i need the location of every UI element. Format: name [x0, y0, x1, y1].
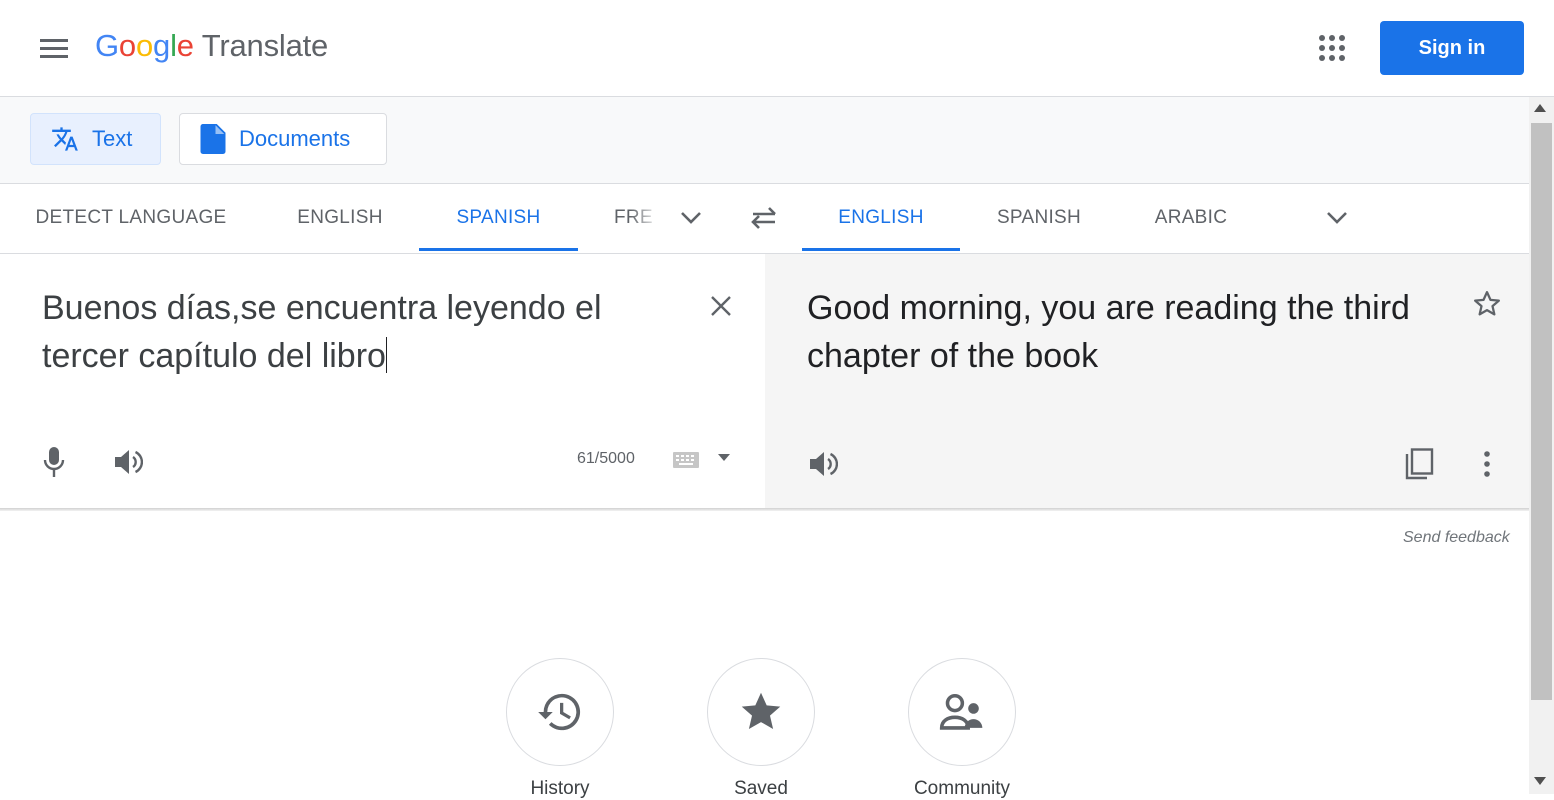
history-icon [538, 693, 581, 731]
source-lang-spanish[interactable]: SPANISH [419, 184, 578, 251]
scroll-down-arrow-icon[interactable] [1534, 777, 1546, 785]
sign-in-button[interactable]: Sign in [1380, 21, 1524, 75]
community-icon [939, 693, 983, 730]
community-label: Community [913, 778, 1011, 799]
input-tools-button[interactable] [662, 436, 710, 484]
listen-source-button[interactable] [104, 438, 152, 486]
history-action: History [506, 658, 614, 800]
input-tools-menu-button[interactable] [710, 434, 738, 482]
chevron-down-icon [681, 212, 701, 224]
chevron-down-icon [1327, 212, 1347, 224]
apps-grid-icon [1319, 35, 1345, 61]
caret-down-icon [718, 454, 730, 461]
documents-mode-button[interactable]: Documents [179, 113, 387, 165]
more-options-button[interactable] [1463, 440, 1511, 488]
copy-translation-button[interactable] [1395, 440, 1443, 488]
hamburger-menu-icon [40, 39, 68, 58]
keyboard-icon [673, 452, 699, 468]
source-lang-detect[interactable]: DETECT LANGUAGE [22, 184, 240, 251]
save-translation-button[interactable] [1463, 280, 1511, 328]
clear-source-button[interactable] [697, 282, 745, 330]
scroll-up-arrow-icon[interactable] [1534, 104, 1546, 112]
more-vert-icon [1484, 451, 1490, 477]
language-overflow-fade [630, 184, 660, 251]
google-apps-button[interactable] [1308, 24, 1356, 72]
product-name: Translate [201, 28, 329, 63]
scrollbar-thumb[interactable] [1531, 123, 1552, 700]
saved-action: Saved [707, 658, 815, 800]
app-header: Google Translate Sign in [0, 0, 1554, 97]
history-label: History [530, 778, 590, 799]
speaker-icon [115, 450, 143, 474]
target-panel: Good morning, you are reading the third … [765, 254, 1529, 508]
star-outline-icon [1474, 291, 1500, 316]
text-mode-label: Text [92, 126, 133, 151]
text-caret [385, 337, 387, 373]
source-panel: Buenos días,se encuentra leyendo el terc… [0, 254, 765, 508]
microphone-icon [43, 447, 65, 477]
listen-translation-button[interactable] [799, 440, 847, 488]
target-lang-spanish[interactable]: SPANISH [974, 184, 1104, 251]
close-icon [711, 296, 731, 316]
source-text-value: Buenos días,se encuentra leyendo el terc… [42, 289, 602, 375]
voice-input-button[interactable] [30, 438, 78, 486]
source-text-input[interactable]: Buenos días,se encuentra leyendo el terc… [42, 284, 682, 380]
star-icon [741, 692, 781, 730]
swap-languages-button[interactable] [740, 194, 788, 242]
translate-icon [52, 127, 78, 151]
source-lang-english[interactable]: ENGLISH [275, 184, 405, 251]
translation-output: Good morning, you are reading the third … [807, 289, 1410, 375]
community-action: Community [908, 658, 1016, 800]
document-icon [200, 124, 226, 154]
panel-divider-shadow [0, 508, 1529, 511]
saved-label: Saved [734, 778, 788, 799]
character-count: 61/5000 [577, 450, 635, 467]
documents-mode-label: Documents [239, 126, 351, 151]
speaker-icon [810, 452, 838, 476]
target-lang-english[interactable]: ENGLISH [802, 184, 960, 251]
target-lang-arabic[interactable]: ARABIC [1130, 184, 1252, 251]
send-feedback-link[interactable]: Send feedback [1403, 529, 1510, 547]
mode-bar: Text Documents [0, 97, 1529, 184]
community-button[interactable] [908, 658, 1016, 766]
target-language-more-button[interactable] [1313, 194, 1361, 242]
copy-icon [1405, 448, 1434, 480]
language-bar: DETECT LANGUAGE ENGLISH SPANISH FRE ENGL… [0, 184, 1529, 254]
text-mode-button[interactable]: Text [30, 113, 161, 165]
saved-button[interactable] [707, 658, 815, 766]
source-language-more-button[interactable] [667, 194, 715, 242]
main-menu-button[interactable] [28, 24, 80, 72]
google-translate-logo[interactable]: Google Translate [95, 28, 328, 64]
swap-arrows-icon [751, 207, 776, 229]
history-button[interactable] [506, 658, 614, 766]
